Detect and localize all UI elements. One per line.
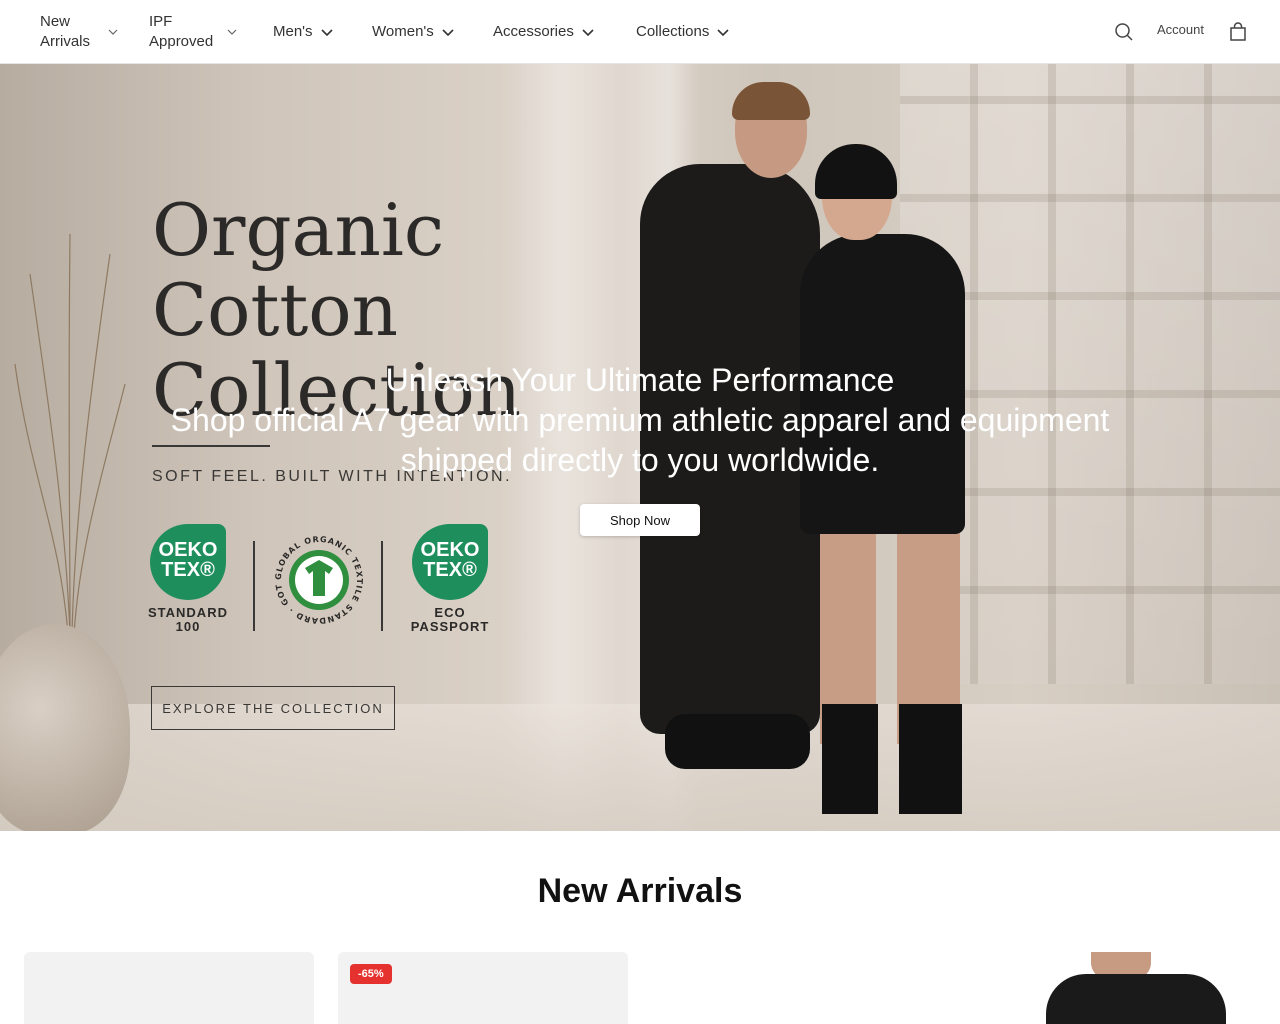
nav-label: Men's xyxy=(273,23,313,40)
shopping-bag-icon[interactable] xyxy=(1226,20,1250,44)
vase-decor xyxy=(0,624,130,831)
nav-item-ipf-approved[interactable]: IPF Approved xyxy=(149,0,237,64)
model-woman-hair xyxy=(815,144,897,199)
oeko-tex-logo: OEKO TEX® xyxy=(150,524,226,600)
nav-label: IPF Approved xyxy=(149,13,214,50)
new-arrivals-title: New Arrivals xyxy=(537,872,743,910)
chevron-down-icon xyxy=(108,29,118,35)
explore-collection-button[interactable]: EXPLORE THE COLLECTION xyxy=(151,686,395,730)
chevron-down-icon xyxy=(717,28,729,36)
product-card[interactable]: -65% xyxy=(338,952,628,1024)
search-icon[interactable] xyxy=(1112,20,1136,44)
oeko-tex-caption: STANDARD 100 xyxy=(148,605,228,634)
nav-item-womens[interactable]: Women's xyxy=(372,0,454,64)
nav-item-collections[interactable]: Collections xyxy=(636,0,729,64)
nav-label: Accessories xyxy=(493,23,574,40)
model-man-shoes xyxy=(665,714,810,769)
nav-item-mens[interactable]: Men's xyxy=(273,0,333,64)
hero-banner: Organic Cotton Collection SOFT FEEL. BUI… xyxy=(0,64,1280,831)
gots-logo: GLOBAL ORGANIC TEXTILE STANDARD · GOTS · xyxy=(273,534,363,625)
product-card[interactable] xyxy=(966,952,1256,1024)
campaign-title-line: Organic xyxy=(152,188,445,272)
chevron-down-icon xyxy=(227,29,237,35)
nav-label: Collections xyxy=(636,23,710,40)
shop-now-button[interactable]: Shop Now xyxy=(580,504,700,536)
hero-subtitle: Shop official A7 gear with premium athle… xyxy=(170,402,1110,478)
product-model-shirt xyxy=(1046,974,1226,1024)
nav-item-new-arrivals[interactable]: New Arrivals xyxy=(40,0,118,64)
site-header: New Arrivals IPF Approved Men's Women's … xyxy=(0,0,1280,64)
eco-passport-caption: ECO PASSPORT xyxy=(410,605,490,634)
model-woman-socks xyxy=(822,704,962,814)
chevron-down-icon xyxy=(582,28,594,36)
model-man-hair xyxy=(732,82,810,120)
hero-title: Unleash Your Ultimate Performance xyxy=(385,362,895,398)
oeko-tex-eco-logo: OEKO TEX® xyxy=(412,524,488,600)
product-card[interactable] xyxy=(24,952,314,1024)
campaign-title-line: Cotton xyxy=(152,268,399,352)
badge-divider xyxy=(381,541,383,631)
dried-grass-decor xyxy=(14,233,126,634)
nav-item-accessories[interactable]: Accessories xyxy=(493,0,594,64)
badge-divider xyxy=(253,541,255,631)
chevron-down-icon xyxy=(320,28,333,36)
nav-label: New Arrivals xyxy=(40,13,91,50)
discount-badge: -65% xyxy=(350,964,392,984)
nav-label: Women's xyxy=(372,23,434,40)
chevron-down-icon xyxy=(442,28,454,36)
account-link[interactable]: Account xyxy=(1157,22,1204,37)
product-card[interactable] xyxy=(652,952,942,1024)
